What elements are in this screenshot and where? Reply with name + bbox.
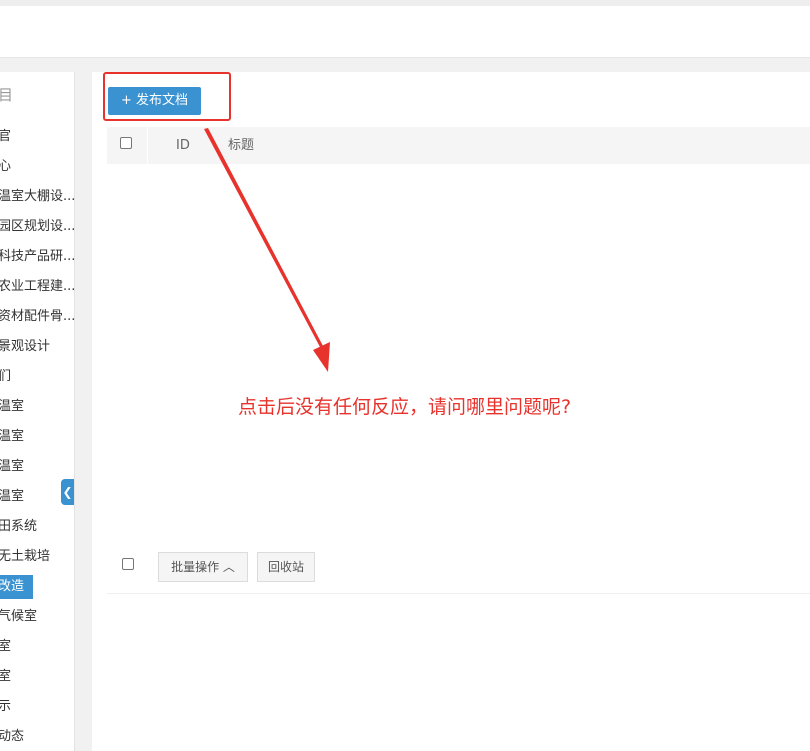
footer-select-all-checkbox[interactable] [122, 558, 134, 570]
sidebar-item[interactable]: 室 [0, 635, 74, 659]
sidebar-item[interactable]: 科技产品研... [0, 245, 74, 269]
sidebar-item[interactable]: 气候室 [0, 605, 74, 629]
sidebar-item[interactable]: 动态 [0, 725, 74, 749]
column-header-title[interactable]: 标题 [228, 127, 254, 164]
chevron-left-icon: ❮ [62, 485, 73, 499]
sidebar-item[interactable]: 温室 [0, 395, 74, 419]
footer-divider [107, 593, 810, 594]
sidebar-item[interactable]: 温室大棚设... [0, 185, 74, 209]
sidebar-item[interactable]: 景观设计 [0, 335, 74, 359]
column-divider [147, 127, 148, 164]
batch-operation-button[interactable]: 批量操作 ︿ [158, 552, 248, 582]
sidebar: 目 官 心 温室大棚设... 园区规划设... 科技产品研... 农业工程建..… [0, 72, 75, 751]
select-all-checkbox[interactable] [120, 137, 132, 149]
top-bar [0, 0, 810, 58]
sidebar-item[interactable]: 园区规划设... [0, 215, 74, 239]
sidebar-item[interactable]: 心 [0, 155, 74, 179]
sidebar-item-active[interactable]: 改造 [0, 575, 33, 599]
column-header-id[interactable]: ID [176, 127, 190, 164]
sidebar-collapse-button[interactable]: ❮ [61, 479, 74, 505]
sidebar-item[interactable]: 温室 [0, 425, 74, 449]
recycle-bin-button[interactable]: 回收站 [257, 552, 315, 582]
sidebar-item[interactable]: 示 [0, 695, 74, 719]
annotation-question: 点击后没有任何反应，请问哪里问题呢? [238, 396, 572, 418]
table-header: ID 标题 [107, 127, 810, 164]
sidebar-item[interactable]: 田系统 [0, 515, 74, 539]
sidebar-item[interactable]: 室 [0, 665, 74, 689]
annotation-highlight-box [103, 72, 231, 121]
sidebar-item[interactable]: 官 [0, 125, 74, 149]
sidebar-item[interactable]: 们 [0, 365, 74, 389]
sidebar-item[interactable]: 温室 [0, 455, 74, 479]
sidebar-title: 目 [0, 84, 13, 105]
sidebar-item[interactable]: 资材配件骨... [0, 305, 74, 329]
sidebar-item[interactable]: 无土栽培 [0, 545, 74, 569]
sidebar-item[interactable]: 农业工程建... [0, 275, 74, 299]
